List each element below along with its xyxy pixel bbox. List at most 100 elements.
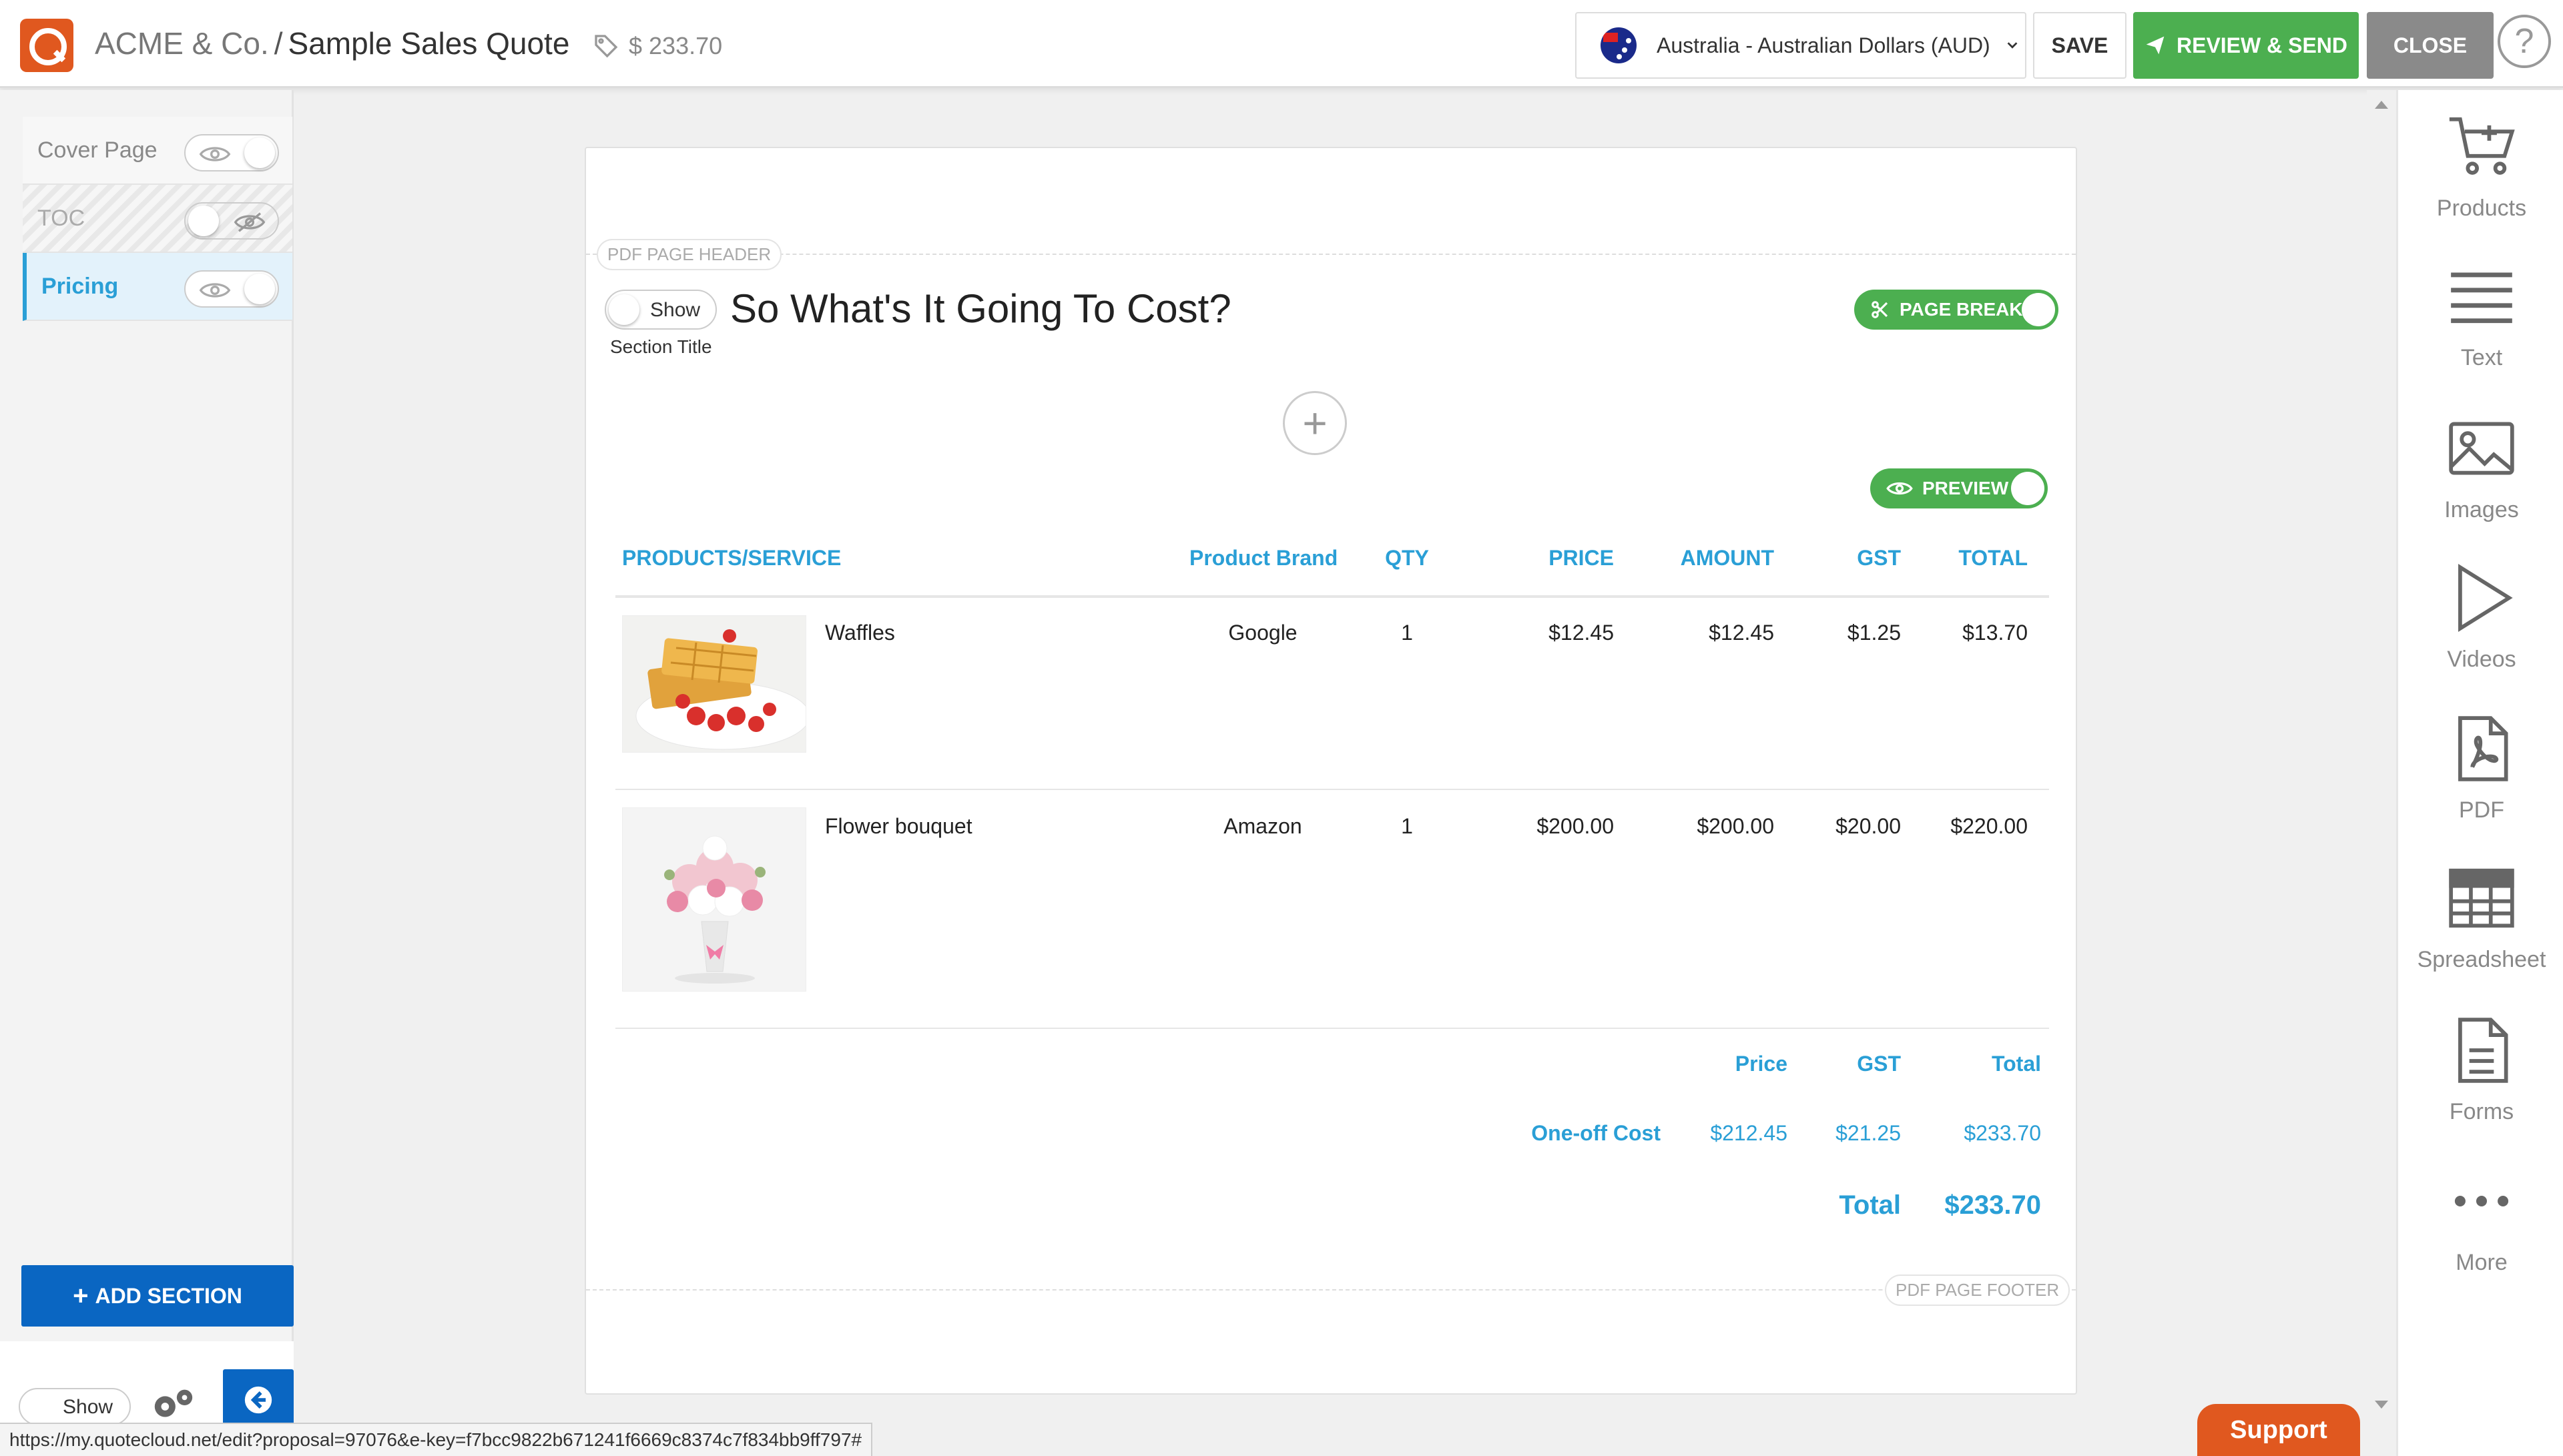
- bouquet-picture: [623, 808, 806, 991]
- row-total: $13.70: [1962, 621, 2028, 645]
- row-qty: 1: [1401, 814, 1413, 838]
- tool-label: Spreadsheet: [2417, 947, 2546, 972]
- toggle-knob: [2022, 293, 2055, 326]
- row-brand: Google: [1228, 621, 1298, 645]
- toggle-knob: [2011, 472, 2044, 505]
- add-block-button[interactable]: +: [1283, 391, 1347, 455]
- collapse-sidebar-button[interactable]: [223, 1369, 294, 1431]
- page-break-label: PAGE BREAK: [1900, 299, 2023, 320]
- tool-spreadsheet[interactable]: Spreadsheet: [2398, 841, 2563, 988]
- close-button[interactable]: CLOSE: [2367, 12, 2494, 79]
- visibility-toggle[interactable]: [184, 202, 279, 240]
- tool-images[interactable]: Images: [2398, 392, 2563, 538]
- row-total: $220.00: [1950, 814, 2028, 838]
- pdf-icon: [2458, 716, 2508, 781]
- section-title-show-toggle[interactable]: Show: [605, 290, 717, 330]
- add-section-button[interactable]: + ADD SECTION: [21, 1265, 294, 1327]
- tool-more[interactable]: More: [2398, 1144, 2563, 1291]
- save-button[interactable]: SAVE: [2033, 12, 2126, 79]
- help-icon[interactable]: ?: [2498, 15, 2551, 68]
- breadcrumb: ACME & Co. / Sample Sales Quote: [95, 25, 569, 61]
- quotecloud-logo-icon[interactable]: [20, 19, 73, 72]
- visibility-toggle[interactable]: [184, 270, 279, 308]
- sidebar-section-toc[interactable]: TOC: [23, 185, 292, 253]
- show-toggle-label: Show: [650, 299, 701, 321]
- image-icon: [2449, 422, 2514, 475]
- currency-select[interactable]: Australia - Australian Dollars (AUD): [1575, 12, 2026, 79]
- tag-icon: [595, 35, 618, 58]
- row-price: $200.00: [1536, 814, 1614, 838]
- row-qty: 1: [1401, 621, 1413, 645]
- tool-forms[interactable]: Forms: [2398, 994, 2563, 1140]
- currency-select-value: Australia - Australian Dollars (AUD): [1657, 33, 1990, 57]
- column-header-qty: QTY: [1385, 546, 1429, 570]
- pdf-page-header-label[interactable]: PDF PAGE HEADER: [597, 239, 782, 270]
- review-send-button[interactable]: REVIEW & SEND: [2133, 12, 2359, 79]
- grand-total-label: Total: [1839, 1190, 1901, 1220]
- arrow-left-circle-icon: [244, 1386, 272, 1414]
- row-gst: $20.00: [1835, 814, 1901, 838]
- tool-products[interactable]: Products: [2398, 90, 2563, 237]
- sidebar-show-label: Show: [63, 1396, 113, 1418]
- eye-slash-icon: [234, 212, 266, 232]
- row-price: $12.45: [1548, 621, 1614, 645]
- browser-status-url: https://my.quotecloud.net/edit?proposal=…: [0, 1423, 873, 1456]
- australia-flag-icon: [1601, 27, 1637, 63]
- row-amount: $200.00: [1697, 814, 1774, 838]
- tool-label: Videos: [2447, 647, 2516, 672]
- sidebar-section-label: TOC: [37, 205, 85, 231]
- row-product-name: Flower bouquet: [825, 814, 972, 838]
- tool-label: Text: [2460, 345, 2503, 370]
- table-header-divider: [615, 595, 2049, 598]
- column-header-total: TOTAL: [1958, 546, 2028, 570]
- sidebar-show-toggle[interactable]: Show: [19, 1388, 131, 1425]
- tool-videos[interactable]: Videos: [2398, 541, 2563, 688]
- row-gst: $1.25: [1847, 621, 1901, 645]
- support-button[interactable]: Support: [2197, 1404, 2360, 1456]
- review-send-label: REVIEW & SEND: [2176, 33, 2348, 57]
- toggle-knob: [609, 294, 639, 325]
- scissors-icon: [1872, 301, 1888, 318]
- eye-icon: [199, 283, 231, 298]
- summary-header-gst: GST: [1857, 1052, 1901, 1076]
- grand-total-value: $233.70: [1944, 1190, 2041, 1220]
- scroll-up-arrow-icon[interactable]: [2375, 101, 2388, 109]
- one-off-cost-total: $233.70: [1964, 1121, 2041, 1145]
- sidebar-section-label: Cover Page: [37, 137, 158, 163]
- one-off-cost-gst: $21.25: [1835, 1121, 1901, 1145]
- toggle-knob: [244, 274, 275, 304]
- scroll-down-arrow-icon[interactable]: [2375, 1401, 2388, 1409]
- tool-label: Images: [2444, 497, 2519, 522]
- company-name[interactable]: ACME & Co.: [95, 26, 269, 61]
- column-header-amount: AMOUNT: [1680, 546, 1774, 570]
- section-heading[interactable]: So What's It Going To Cost?: [730, 286, 1231, 332]
- preview-label: PREVIEW: [1922, 478, 2009, 498]
- pdf-page-footer-label[interactable]: PDF PAGE FOOTER: [1885, 1275, 2070, 1306]
- waffles-image: [622, 615, 806, 753]
- header-divider: [586, 254, 2076, 255]
- tool-text[interactable]: Text: [2398, 240, 2563, 386]
- canvas-scrollbar[interactable]: [2367, 90, 2396, 1425]
- gears-icon[interactable]: [150, 1385, 196, 1425]
- row-product-name: Waffles: [825, 621, 895, 645]
- toggle-knob: [188, 206, 219, 236]
- cart-plus-icon: [2449, 117, 2515, 175]
- sidebar-section-pricing[interactable]: Pricing: [23, 253, 292, 321]
- row-divider: [615, 1028, 2049, 1029]
- sidebar-section-cover-page[interactable]: Cover Page: [23, 117, 292, 185]
- one-off-cost-label: One-off Cost: [1531, 1121, 1661, 1145]
- visibility-toggle[interactable]: [184, 134, 279, 171]
- form-icon: [2458, 1018, 2508, 1083]
- play-icon: [2458, 563, 2513, 633]
- row-brand: Amazon: [1223, 814, 1302, 838]
- preview-toggle[interactable]: PREVIEW: [1870, 468, 2048, 508]
- sidebar-section-label: Pricing: [41, 273, 119, 299]
- column-header-gst: GST: [1857, 546, 1901, 570]
- proposal-page: PDF PAGE HEADER Show Section Title So Wh…: [585, 147, 2077, 1395]
- page-break-toggle[interactable]: PAGE BREAK: [1854, 290, 2058, 330]
- tool-pdf[interactable]: PDF: [2398, 692, 2563, 839]
- eye-icon: [1886, 482, 1913, 495]
- column-header-products: PRODUCTS/SERVICE: [622, 546, 842, 570]
- document-title[interactable]: Sample Sales Quote: [288, 26, 570, 61]
- row-divider: [615, 789, 2049, 790]
